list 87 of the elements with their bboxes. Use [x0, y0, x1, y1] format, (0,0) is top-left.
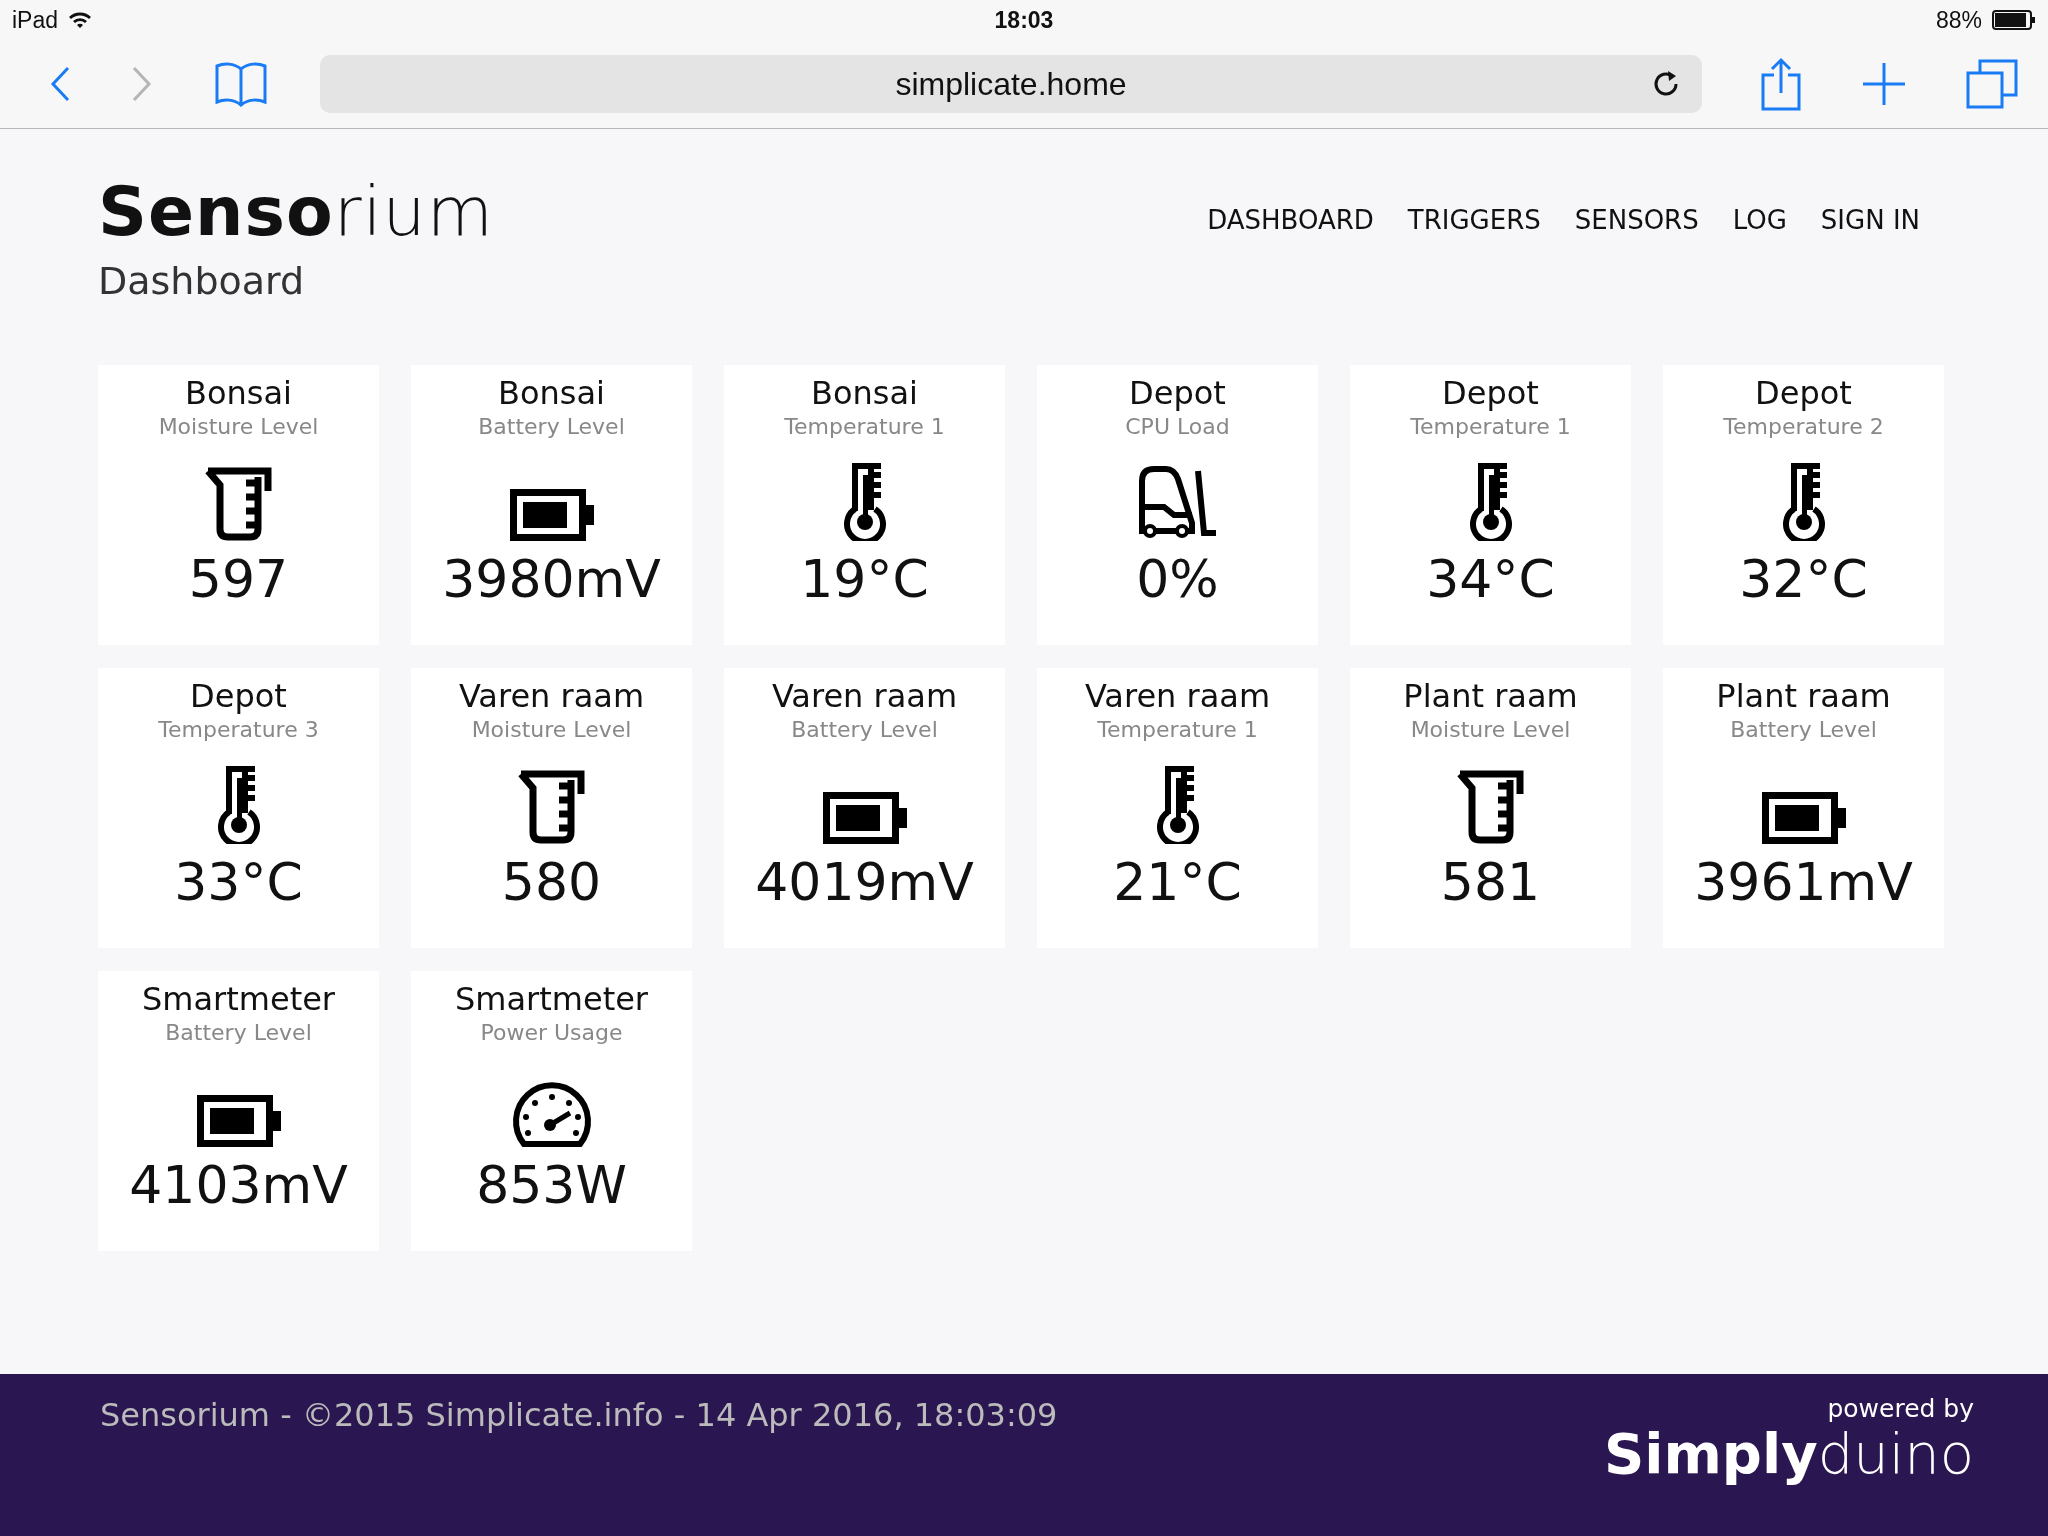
- nav-link[interactable]: SIGN IN: [1820, 205, 1920, 235]
- sensor-card[interactable]: Bonsai Moisture Level 597: [98, 364, 379, 645]
- sensor-card[interactable]: Plant raam Battery Level 3961mV: [1663, 667, 1944, 948]
- sensor-card[interactable]: Varen raam Temperature 1 21°C: [1037, 667, 1318, 948]
- sensor-value: 21°C: [1113, 850, 1242, 914]
- brand-logo: Simplyduino: [1603, 1423, 1974, 1485]
- sensor-value: 34°C: [1426, 547, 1555, 611]
- metric-label: Temperature 1: [1410, 412, 1571, 441]
- device-name: iPad: [12, 6, 59, 34]
- metric-label: Moisture Level: [471, 715, 632, 744]
- share-button[interactable]: [1760, 57, 1802, 111]
- sensor-value: 0%: [1136, 547, 1219, 611]
- device-name: Bonsai: [811, 372, 918, 413]
- metric-label: Power Usage: [480, 1018, 623, 1047]
- sensor-value: 32°C: [1739, 547, 1868, 611]
- sensor-value: 4019mV: [755, 850, 974, 914]
- tabs-button[interactable]: [1966, 59, 2018, 109]
- sensor-card[interactable]: Depot Temperature 2 32°C: [1663, 364, 1944, 645]
- device-name: Plant raam: [1403, 675, 1578, 716]
- device-name: Depot: [1442, 372, 1539, 413]
- clock: 18:03: [994, 6, 1054, 34]
- device-name: Smartmeter: [141, 978, 335, 1019]
- sensor-card[interactable]: Bonsai Temperature 1 19°C: [724, 364, 1005, 645]
- beaker-icon: [1455, 769, 1526, 844]
- sensor-value: 581: [1440, 850, 1541, 914]
- sensor-card[interactable]: Varen raam Moisture Level 580: [411, 667, 692, 948]
- device-name: Varen raam: [458, 675, 645, 716]
- metric-label: CPU Load: [1125, 412, 1230, 441]
- metric-label: Battery Level: [478, 412, 625, 441]
- wifi-icon: [68, 11, 93, 29]
- back-button[interactable]: [50, 66, 70, 102]
- nav-link[interactable]: DASHBOARD: [1207, 205, 1374, 235]
- metric-label: Battery Level: [791, 715, 938, 744]
- device-name: Depot: [1755, 372, 1852, 413]
- add-button[interactable]: [1862, 62, 1906, 106]
- sensor-card[interactable]: Bonsai Battery Level 3980mV: [411, 364, 692, 645]
- forward-button[interactable]: [132, 66, 152, 102]
- metric-label: Temperature 1: [784, 412, 945, 441]
- sensor-value: 19°C: [800, 547, 929, 611]
- metric-label: Temperature 1: [1097, 715, 1258, 744]
- metric-label: Battery Level: [1730, 715, 1877, 744]
- sensor-value: 3980mV: [442, 547, 661, 611]
- logo[interactable]: Sensorium: [98, 171, 494, 253]
- battery-icon: [196, 1094, 281, 1147]
- device-name: Smartmeter: [454, 978, 648, 1019]
- address-bar[interactable]: simplicate.home: [320, 55, 1702, 113]
- sensor-card[interactable]: Depot Temperature 1 34°C: [1350, 364, 1631, 645]
- sensor-value: 853W: [476, 1153, 627, 1217]
- metric-label: Battery Level: [165, 1018, 312, 1047]
- battery-icon: [822, 791, 907, 844]
- device-name: Bonsai: [185, 372, 292, 413]
- battery-icon: [1992, 10, 2036, 30]
- gauge-icon: [511, 1080, 592, 1147]
- nav-link[interactable]: SENSORS: [1574, 205, 1699, 235]
- metric-label: Moisture Level: [1410, 715, 1571, 744]
- beaker-icon: [203, 466, 274, 541]
- device-name: Plant raam: [1716, 675, 1891, 716]
- battery-icon: [509, 488, 594, 541]
- battery-icon: [1761, 791, 1846, 844]
- battery-percent: 88%: [1935, 6, 1982, 34]
- forklift-icon: [1137, 464, 1218, 541]
- footer-text: Sensorium - ©2015 Simplicate.info - 14 Apr 2016, 18:03:09: [100, 1396, 1058, 1436]
- sensor-card[interactable]: Smartmeter Power Usage 853W: [411, 970, 692, 1251]
- sensor-value: 580: [501, 850, 602, 914]
- sensor-card[interactable]: Plant raam Moisture Level 581: [1350, 667, 1631, 948]
- beaker-icon: [516, 769, 587, 844]
- sensor-value: 597: [188, 547, 289, 611]
- sensor-value: 3961mV: [1694, 850, 1913, 914]
- page-title: Dashboard: [98, 258, 306, 303]
- metric-label: Temperature 2: [1723, 412, 1884, 441]
- nav-link[interactable]: LOG: [1732, 205, 1787, 235]
- device-name: Depot: [1129, 372, 1226, 413]
- sensor-value: 33°C: [174, 850, 303, 914]
- device-name: Bonsai: [498, 372, 605, 413]
- bookmarks-button[interactable]: [214, 61, 268, 107]
- sensor-card[interactable]: Varen raam Battery Level 4019mV: [724, 667, 1005, 948]
- device-name: Depot: [190, 675, 287, 716]
- metric-label: Temperature 3: [158, 715, 319, 744]
- nav-link[interactable]: TRIGGERS: [1407, 205, 1541, 235]
- device-name: Varen raam: [771, 675, 958, 716]
- sensor-card[interactable]: Smartmeter Battery Level 4103mV: [98, 970, 379, 1251]
- sensor-value: 4103mV: [129, 1153, 348, 1217]
- sensor-card[interactable]: Depot Temperature 3 33°C: [98, 667, 379, 948]
- sensor-card[interactable]: Depot CPU Load 0%: [1037, 364, 1318, 645]
- metric-label: Moisture Level: [158, 412, 319, 441]
- device-name: Varen raam: [1084, 675, 1271, 716]
- powered-by-text: powered by: [1827, 1394, 1974, 1423]
